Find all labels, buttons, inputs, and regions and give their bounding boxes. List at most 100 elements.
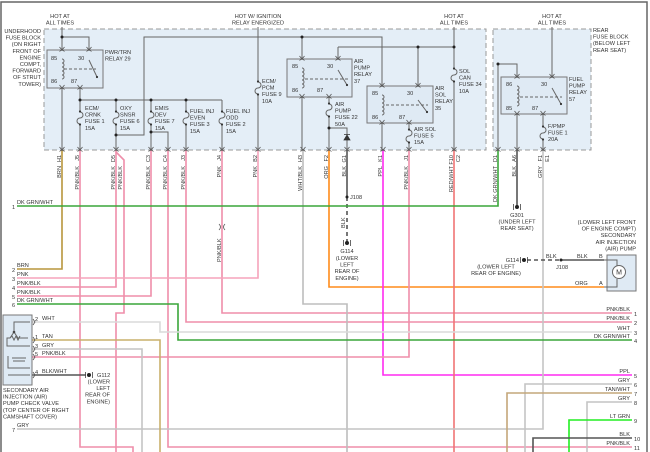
text-line: FUSE 1 (548, 131, 568, 137)
right-connector-pin-number: 7 (634, 392, 637, 398)
text-line: FRONT OF (13, 49, 42, 55)
wire-pnkblk-j5 (79, 150, 134, 452)
text-line: LEFT (340, 263, 354, 269)
relay-pin: 85 (292, 64, 298, 70)
left-connector-wire-color: PNK (17, 272, 29, 278)
text-line: 15A (155, 126, 165, 132)
text-line: HOT AT (444, 14, 464, 20)
text-line: 35 (435, 106, 441, 112)
text-line: 15A (414, 140, 424, 146)
splice-dot (60, 35, 64, 39)
text-line: (LOWER LEFT FRONT (578, 220, 637, 226)
left-connector-pin-number: 3 (12, 277, 15, 283)
fuse-terminal (256, 93, 260, 96)
left-connector-pin-number: 4 (12, 286, 15, 292)
rear-fuse-block-label: REAR FUSE BLOCK (BELOW LEFT REAR SEAT) (593, 28, 631, 54)
text-line: FUSE 9 (262, 92, 282, 98)
pin-label-j4: J4 PNK (217, 155, 223, 178)
j108-label: J108 (350, 195, 362, 201)
pin-label-c4: C4 PNK/BLK (163, 155, 169, 190)
motor-label: M (616, 270, 622, 277)
left-connector-wire-color: DK GRN/WHT (17, 200, 54, 206)
valve-pin-wire-color: PNK/BLK (42, 351, 66, 357)
check-valve-junction (12, 330, 16, 334)
right-connector-pin-number: 10 (634, 437, 640, 443)
relay-contact (425, 110, 429, 114)
fuse-terminal (114, 123, 118, 126)
text-line: AIR SOL (414, 127, 436, 133)
ground-icon (522, 258, 526, 262)
splice-dot (559, 258, 563, 262)
text-line: AIR (354, 59, 363, 65)
valve-pin-number: 5 (35, 352, 38, 358)
underhood-fuse-block-label: UNDERHOOD FUSE BLOCK (ON RIGHT FRONT OF ENGI… (4, 29, 41, 88)
text-line: OF STRUT (13, 75, 42, 81)
text-line: CRNK (85, 113, 101, 119)
text-line: SOL (435, 93, 446, 99)
text-line: ECM/ (85, 106, 99, 112)
text-line: FUSE 1 (85, 119, 105, 125)
wire-pnkblk-d5-branch (115, 151, 125, 452)
relay-pin: 86 (372, 115, 378, 121)
text-line: ALL TIMES (46, 21, 75, 27)
valve-pin-number: 2 (35, 317, 38, 323)
fuse-terminal (407, 128, 411, 131)
pin-wire-color: BRN (57, 166, 63, 178)
right-connector-pin-number: 8 (634, 401, 637, 407)
pin-id: D5 (111, 155, 117, 162)
pin-wire-color: PNK/BLK (75, 166, 81, 190)
text-line: (BELOW LEFT (593, 41, 631, 47)
text-line: (UNDER LEFT (499, 220, 537, 226)
hot-w-ignition-label: HOT W/ IGNITION RELAY ENERGIZED (232, 14, 284, 27)
pin-id: H3 (298, 155, 304, 162)
fuse-terminal (541, 125, 545, 128)
text-line: SECONDARY (601, 233, 637, 239)
text-line: CAMSHAFT COVER) (3, 414, 57, 420)
right-connector-wire-color: PNK/BLK (606, 441, 630, 447)
g114-left-id: G114 (340, 249, 353, 255)
text-line: AIR (435, 86, 444, 92)
text-line: OXY (120, 106, 132, 112)
text-line: ENGINE) (335, 276, 358, 282)
right-connector-wire-color: BLK (619, 432, 630, 438)
right-connector-wire-color: GRY (618, 378, 630, 384)
left-connector-wire-color: BRN (17, 263, 29, 269)
pin-cavity-label: E1 (545, 155, 551, 162)
pin-id: J5 (75, 155, 81, 161)
relay-pin: 85 (51, 56, 57, 62)
text-line: REAR (593, 28, 609, 34)
right-connector-wire-color: PNK/BLK (606, 316, 630, 322)
right-connector-pin-number: 2 (634, 321, 637, 327)
text-line: 15A (85, 126, 95, 132)
relay-pin: 30 (78, 56, 84, 62)
right-connector-wire-color: WHT (617, 326, 630, 332)
pin-id: F10 (449, 155, 455, 165)
text-line: LEFT (96, 386, 110, 392)
splice-dot (149, 98, 153, 102)
relay-contact (559, 102, 563, 106)
wire-pnkblk-c4 (167, 150, 632, 448)
pin-wire-color-branch: PNK/BLK (118, 166, 124, 190)
air-pump-wire-blk-2: BLK (577, 254, 588, 260)
text-line: HOT AT (542, 14, 562, 20)
pin-wire-color: DK GRN/WHT (493, 165, 499, 202)
text-line: REAR SEAT) (500, 226, 533, 232)
splice-dot (300, 35, 304, 39)
g114-right-location: (LOWER LEFT REAR OF ENGINE) (471, 265, 521, 278)
inline-connector-wire-label: PNK/BLK (217, 238, 223, 262)
g114-left-location: (LOWER LEFT REAR OF ENGINE) (335, 256, 360, 282)
text-line: ENGINE) (87, 399, 110, 405)
fuse-terminal (149, 110, 153, 113)
splice-dot (114, 98, 118, 102)
relay-pin: 87 (317, 88, 323, 94)
fuse-terminal (220, 123, 224, 126)
g112-id: G112 (97, 373, 110, 379)
text-line: PUMP (569, 84, 585, 90)
pin-id: G1 (342, 155, 348, 162)
air-pump-wire-org: ORG (575, 281, 588, 287)
text-line: PUMP (354, 66, 370, 72)
right-connector-wire-color: TAN/WHT (605, 387, 631, 393)
pin-wire-color: PPL (378, 166, 384, 177)
relay-contact (95, 75, 99, 79)
text-line: PUMP (335, 109, 351, 115)
